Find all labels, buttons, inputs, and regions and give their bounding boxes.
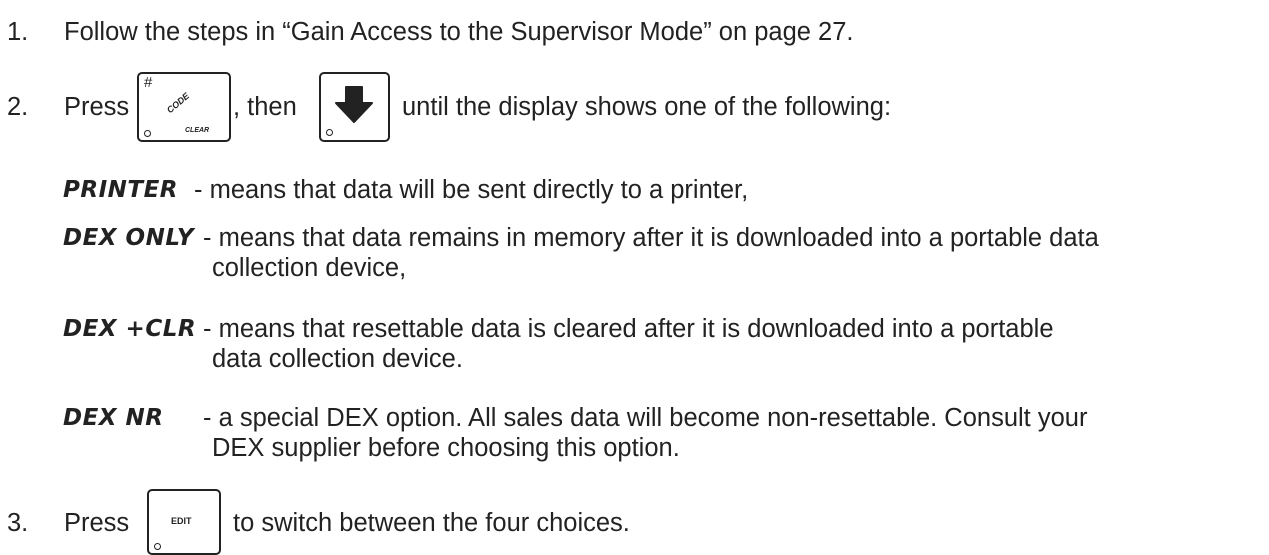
option-dex-only-description-cont: collection device, — [212, 254, 407, 282]
option-dex-clr-description-cont: data collection device. — [212, 345, 463, 373]
step-3-after-text: to switch between the four choices. — [233, 509, 630, 537]
edit-key-label: EDIT — [171, 516, 192, 526]
step-1-text: Follow the steps in “Gain Access to the … — [64, 18, 854, 46]
option-printer-description: - means that data will be sent directly … — [194, 176, 749, 204]
step-3-number: 3. — [7, 509, 29, 537]
option-dex-only-display: DEX ONLY — [63, 225, 195, 251]
option-dex-nr-description: - a special DEX option. All sales data w… — [203, 404, 1088, 432]
down-key-led-icon — [326, 129, 333, 136]
option-printer-display: PRINTER — [63, 177, 178, 203]
option-dex-only-description: - means that data remains in memory afte… — [203, 224, 1099, 252]
step-2-press-text: Press — [64, 93, 130, 121]
step-1-number: 1. — [7, 18, 29, 46]
option-dex-nr-display: DEX NR — [63, 405, 164, 431]
code-key-hash: # — [144, 74, 153, 91]
step-2-after-text: until the display shows one of the follo… — [402, 93, 892, 121]
code-key-led-icon — [144, 130, 151, 137]
option-dex-clr-description: - means that resettable data is cleared … — [203, 315, 1054, 343]
step-2-then-text: , then — [233, 93, 297, 121]
code-clear-key[interactable]: # CODE CLEAR — [137, 72, 231, 142]
option-dex-clr-display: DEX +CLR — [63, 316, 197, 342]
step-2-number: 2. — [7, 93, 29, 121]
code-key-label: CODE — [164, 90, 192, 116]
code-key-clear-label: CLEAR — [185, 127, 210, 134]
edit-key[interactable]: EDIT — [147, 489, 221, 555]
option-dex-nr-description-cont: DEX supplier before choosing this option… — [212, 434, 680, 462]
step-3-press-text: Press — [64, 509, 130, 537]
edit-key-led-icon — [154, 543, 161, 550]
down-arrow-key[interactable] — [319, 72, 390, 142]
